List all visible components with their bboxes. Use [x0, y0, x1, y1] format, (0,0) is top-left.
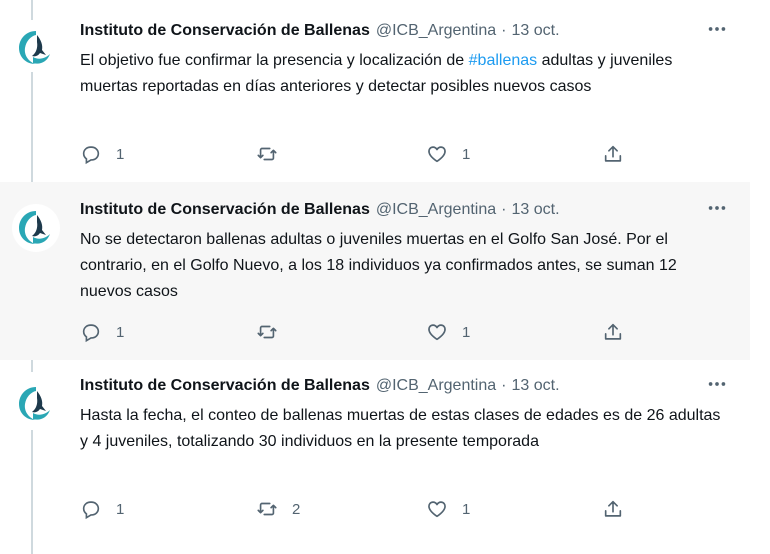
like-button[interactable]: 1 [426, 498, 470, 520]
retweet-button[interactable]: 2 [256, 498, 300, 520]
author-name[interactable]: Instituto de Conservación de Ballenas [80, 22, 370, 40]
avatar[interactable] [12, 24, 60, 72]
reply-count: 1 [116, 323, 125, 341]
share-icon [604, 500, 622, 517]
tweet-text-part: El objetivo fue confirmar la presencia y… [80, 52, 469, 69]
author-name[interactable]: Instituto de Conservación de Ballenas [80, 377, 370, 395]
reply-icon [82, 146, 100, 165]
separator-dot: · [501, 22, 507, 39]
tweet-date[interactable]: 13 oct. [511, 201, 559, 219]
like-button[interactable]: 1 [426, 321, 470, 343]
whale-tail-icon [19, 387, 50, 420]
author-handle[interactable]: @ICB_Argentina [376, 377, 496, 395]
heart-icon [428, 501, 446, 518]
more-options-icon[interactable] [704, 18, 730, 40]
more-options-icon[interactable] [704, 373, 730, 395]
tweet-text: No se detectaron ballenas adultas o juve… [80, 231, 677, 300]
heart-icon [428, 146, 446, 163]
heart-icon [428, 324, 446, 341]
thread: Instituto de Conservación de Ballenas @I… [0, 0, 770, 554]
share-icon [604, 145, 622, 162]
retweet-icon [257, 502, 277, 516]
retweet-icon [257, 147, 277, 161]
separator-dot: · [501, 377, 507, 394]
tweet[interactable]: Instituto de Conservación de Ballenas @I… [0, 182, 750, 360]
whale-tail-icon [19, 211, 50, 244]
author-handle[interactable]: @ICB_Argentina [376, 201, 496, 219]
avatar[interactable] [12, 380, 60, 428]
share-icon [604, 323, 622, 340]
tweet-date[interactable]: 13 oct. [511, 22, 559, 40]
reply-icon [82, 501, 100, 520]
hashtag-link[interactable]: #ballenas [469, 52, 538, 69]
tweet-date[interactable]: 13 oct. [511, 377, 559, 395]
like-button[interactable]: 1 [426, 143, 470, 165]
reply-button[interactable]: 1 [80, 498, 124, 520]
like-count: 1 [462, 323, 471, 341]
reply-count: 1 [116, 145, 125, 163]
tweet[interactable]: Instituto de Conservación de Ballenas @I… [0, 360, 750, 554]
reply-button[interactable]: 1 [80, 143, 124, 165]
more-options-icon[interactable] [704, 197, 730, 219]
reply-button[interactable]: 1 [80, 321, 124, 343]
share-button[interactable] [602, 498, 624, 520]
share-button[interactable] [602, 143, 624, 165]
tweet-text: El objetivo fue confirmar la presencia y… [80, 48, 730, 100]
tweet-text: Hasta la fecha, el conteo de ballenas mu… [80, 407, 721, 450]
reply-count: 1 [116, 500, 125, 518]
tweet[interactable]: Instituto de Conservación de Ballenas @I… [0, 0, 750, 182]
retweet-button[interactable] [256, 143, 292, 165]
avatar[interactable] [12, 204, 60, 252]
separator-dot: · [501, 201, 507, 218]
whale-tail-icon [19, 31, 50, 64]
share-button[interactable] [602, 321, 624, 343]
retweet-icon [257, 325, 277, 339]
retweet-button[interactable] [256, 321, 292, 343]
like-count: 1 [462, 145, 471, 163]
author-handle[interactable]: @ICB_Argentina [376, 22, 496, 40]
author-name[interactable]: Instituto de Conservación de Ballenas [80, 201, 370, 219]
reply-icon [82, 324, 100, 343]
retweet-count: 2 [292, 500, 301, 518]
like-count: 1 [462, 500, 471, 518]
